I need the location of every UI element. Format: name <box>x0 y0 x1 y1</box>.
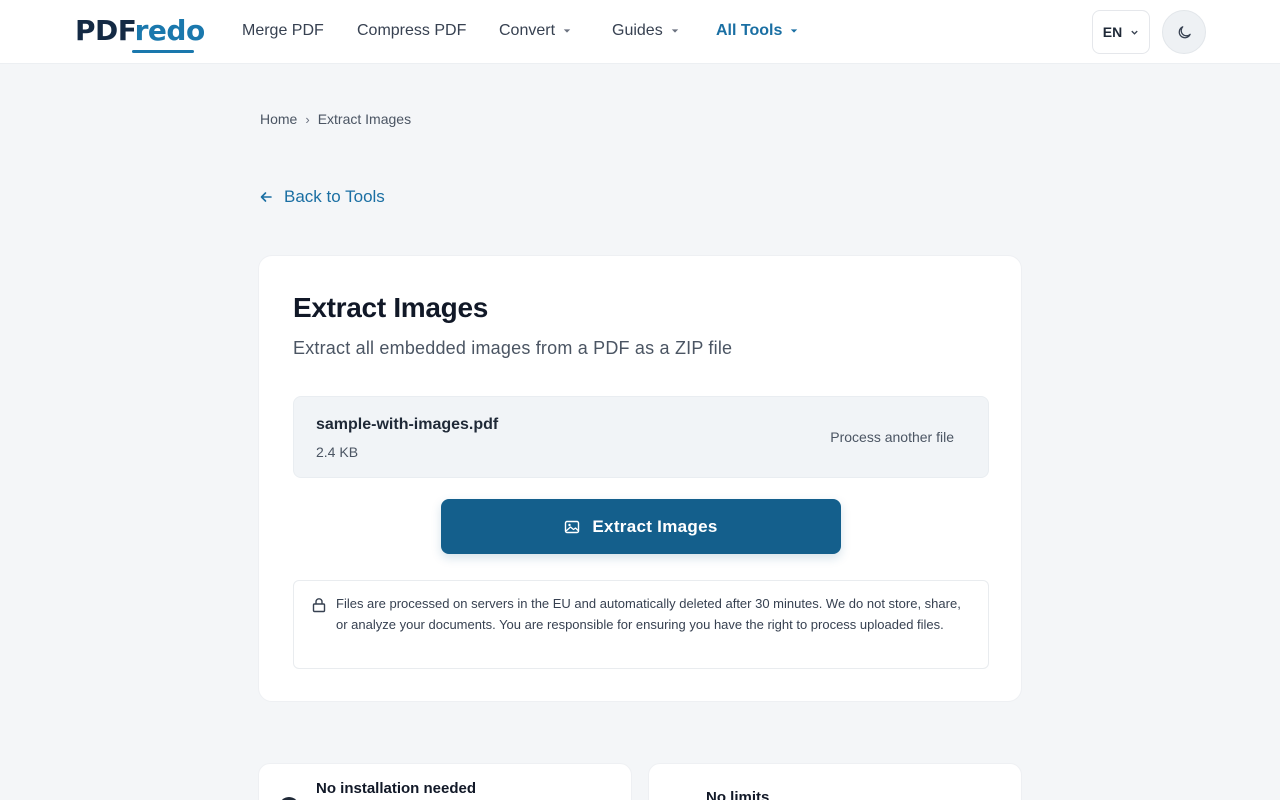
logo-text-pdf: PDF <box>75 14 135 47</box>
nav-guides[interactable]: Guides <box>612 20 679 42</box>
privacy-notice-text: Files are processed on servers in the EU… <box>336 596 961 632</box>
logo[interactable]: PDFredo <box>75 12 205 54</box>
privacy-notice: Files are processed on servers in the EU… <box>293 580 989 669</box>
chevron-down-icon <box>1131 30 1138 35</box>
feature-title: No installation needed <box>316 780 477 797</box>
nav-guides-label: Guides <box>612 22 663 39</box>
language-selector[interactable]: EN <box>1092 10 1150 54</box>
page-subtitle: Extract all embedded images from a PDF a… <box>293 338 733 358</box>
nav-merge-pdf[interactable]: Merge PDF <box>242 20 324 42</box>
feature-card: No limits <box>648 763 1022 800</box>
nav-merge-pdf-label: Merge PDF <box>242 22 324 39</box>
tool-card: Extract Images Extract all embedded imag… <box>258 255 1022 702</box>
back-to-tools-label: Back to Tools <box>284 187 385 206</box>
arrow-left-icon <box>260 192 272 202</box>
lock-icon <box>312 598 326 613</box>
breadcrumb-current: Extract Images <box>317 111 412 127</box>
selected-file: sample-with-images.pdf 2.4 KB Process an… <box>293 396 989 478</box>
nav-convert-label: Convert <box>499 22 556 39</box>
theme-toggle-button[interactable] <box>1162 10 1206 54</box>
process-another-file-button[interactable]: Process another file <box>830 429 954 445</box>
breadcrumb: Home › Extract Images <box>260 111 411 127</box>
site-header: PDFredo Merge PDF Compress PDF Convert G… <box>0 0 1280 64</box>
moon-icon <box>1178 25 1191 38</box>
page-title: Extract Images <box>293 292 489 323</box>
file-size: 2.4 KB <box>316 444 359 460</box>
nav-compress-pdf[interactable]: Compress PDF <box>357 20 466 42</box>
image-icon <box>565 520 580 533</box>
nav-all-tools-label: All Tools <box>716 22 783 39</box>
feature-card: No installation needed <box>258 763 632 800</box>
logo-text-redo: redo <box>134 14 206 47</box>
extract-images-button-label: Extract Images <box>592 516 718 536</box>
caret-down-icon <box>671 29 678 33</box>
feature-title: No limits <box>706 789 770 800</box>
caret-down-icon <box>563 29 571 33</box>
back-to-tools-link[interactable]: Back to Tools <box>258 187 385 207</box>
logo-underline <box>132 50 194 53</box>
file-name: sample-with-images.pdf <box>316 416 499 433</box>
extract-images-button[interactable]: Extract Images <box>441 499 841 554</box>
nav-all-tools[interactable]: All Tools <box>716 20 798 42</box>
nav-compress-pdf-label: Compress PDF <box>357 22 467 39</box>
caret-down-icon <box>791 29 798 33</box>
nav-convert[interactable]: Convert <box>499 20 571 42</box>
breadcrumb-home[interactable]: Home <box>260 111 297 127</box>
breadcrumb-separator-icon: › <box>305 111 310 127</box>
language-label: EN <box>1102 24 1123 40</box>
